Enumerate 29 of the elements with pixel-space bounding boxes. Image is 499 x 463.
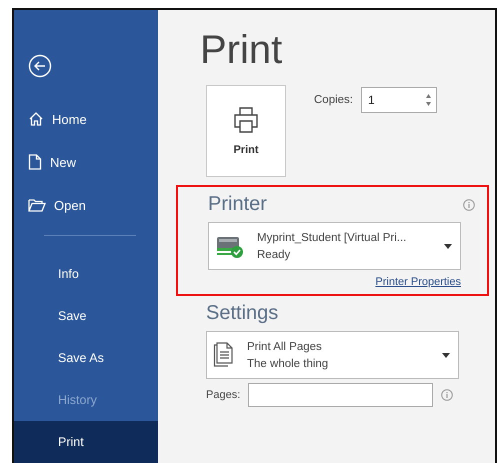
sidebar-item[interactable]: New <box>14 140 158 184</box>
print-button[interactable]: Print <box>206 85 286 177</box>
pages-label: Pages: <box>206 389 240 401</box>
print-range-dropdown[interactable]: Print All Pages The whole thing <box>206 331 459 379</box>
folder-icon <box>28 198 46 212</box>
document-icon <box>28 154 42 170</box>
copies-spinner[interactable]: 1 <box>361 87 437 113</box>
info-icon[interactable] <box>441 389 454 401</box>
printer-icon <box>233 106 259 134</box>
printer-dropdown[interactable]: Myprint_Student [Virtual Pri... Ready <box>208 222 461 270</box>
caret-icon <box>444 244 452 248</box>
sidebar-item[interactable]: Print <box>14 421 158 463</box>
back-button[interactable] <box>28 54 52 78</box>
printer-properties-link[interactable]: Printer Properties <box>208 276 461 288</box>
copies-label: Copies: <box>314 94 353 106</box>
sidebar-item[interactable]: Open <box>14 184 158 227</box>
sidebar-item[interactable]: Save As <box>14 337 158 380</box>
pages-field[interactable] <box>248 383 434 407</box>
page-title: Print <box>200 28 284 73</box>
info-icon[interactable] <box>463 199 475 211</box>
pages-icon <box>213 342 235 368</box>
home-icon <box>28 111 44 128</box>
spin-arrows-icon[interactable] <box>425 92 432 108</box>
section-heading: Printer <box>208 193 267 216</box>
sidebar-item[interactable]: Save <box>14 295 158 338</box>
sidebar-item[interactable]: Info <box>14 254 158 296</box>
sidebar-item[interactable]: Home <box>14 98 158 141</box>
caret-icon <box>442 352 450 358</box>
section-heading: Settings <box>206 302 278 325</box>
